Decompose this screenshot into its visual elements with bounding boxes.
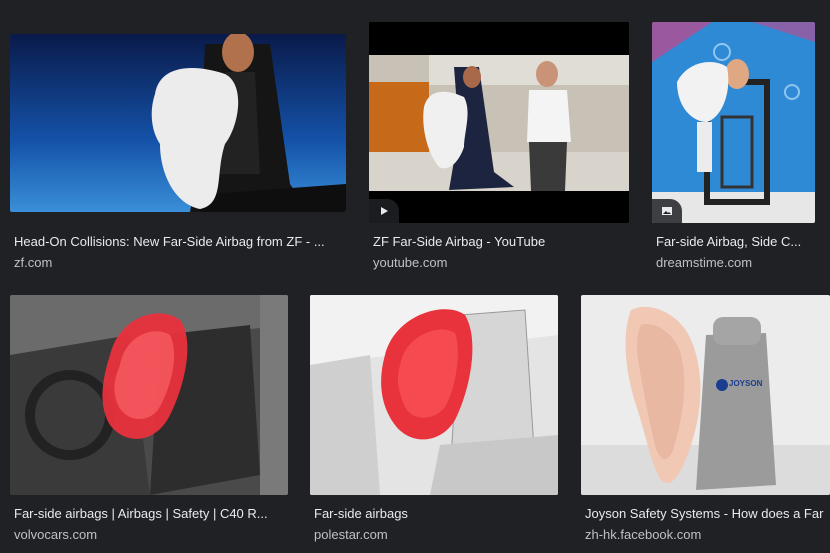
result-thumbnail[interactable]	[10, 295, 288, 495]
seat-airbag-illustration	[310, 295, 558, 495]
result-title[interactable]: Far-side Airbag, Side C...	[656, 234, 816, 250]
result-title[interactable]: ZF Far-Side Airbag - YouTube	[373, 234, 629, 250]
result-source: polestar.com	[314, 527, 388, 542]
video-badge	[369, 199, 399, 223]
result-source: zh-hk.facebook.com	[585, 527, 702, 542]
result-thumbnail[interactable]	[369, 22, 629, 223]
result-title[interactable]: Far-side airbags | Airbags | Safety | C4…	[14, 506, 292, 522]
result-thumbnail[interactable]: JOYSON	[581, 295, 830, 495]
car-interior-airbag-image	[10, 295, 288, 495]
result-title[interactable]: Joyson Safety Systems - How does a Far	[585, 506, 830, 522]
play-icon	[381, 207, 388, 215]
result-source: zf.com	[14, 255, 53, 270]
joyson-logo: JOYSON	[729, 379, 763, 388]
video-still-image	[369, 22, 629, 223]
result-title[interactable]: Far-side airbags	[314, 506, 558, 522]
airbag-test-rig-image	[652, 22, 815, 223]
result-source: volvocars.com	[14, 527, 98, 542]
result-source: dreamstime.com	[656, 255, 753, 270]
joyson-seat-airbag-image	[581, 295, 830, 495]
airbag-dummy-image	[10, 34, 346, 212]
image-badge	[652, 199, 682, 223]
result-title[interactable]: Head-On Collisions: New Far-Side Airbag …	[14, 234, 344, 250]
result-source: youtube.com	[373, 255, 448, 270]
image-icon	[662, 207, 672, 215]
result-thumbnail[interactable]	[652, 22, 815, 223]
result-thumbnail[interactable]	[10, 34, 346, 212]
result-thumbnail[interactable]	[310, 295, 558, 495]
